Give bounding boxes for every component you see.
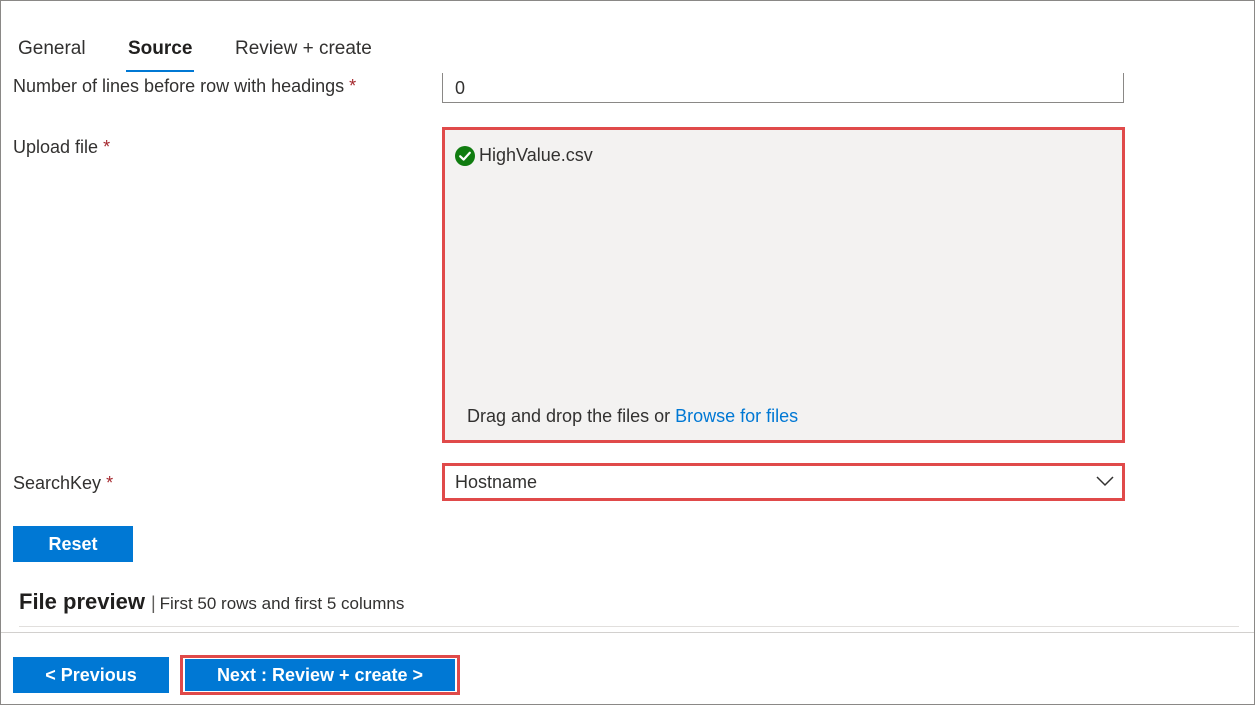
browse-files-link[interactable]: Browse for files [675,406,798,426]
uploaded-file-item: HighValue.csv [455,145,593,166]
footer-divider [1,632,1254,633]
tab-review-create[interactable]: Review + create [233,36,374,72]
uploaded-file-name: HighValue.csv [479,145,593,165]
preview-divider [19,626,1239,627]
previous-button[interactable]: < Previous [13,657,169,693]
drop-instructions: Drag and drop the files or Browse for fi… [467,406,798,427]
upload-file-label: Upload file * [13,137,110,158]
drop-instructions-text: Drag and drop the files or [467,406,676,426]
tab-general[interactable]: General [16,36,88,72]
upload-file-text: Upload file [13,137,99,157]
required-marker: * [106,473,114,493]
searchkey-dropdown[interactable]: Hostname [442,463,1125,501]
active-tab-indicator [126,70,194,72]
file-preview-title: File preview [19,589,145,614]
searchkey-selected-value: Hostname [455,472,538,492]
next-button-highlight: Next : Review + create > [180,655,460,695]
tab-source[interactable]: Source [126,36,194,72]
lines-before-headings-input[interactable]: 0 [442,73,1124,103]
reset-button[interactable]: Reset [13,526,133,562]
searchkey-label: SearchKey * [13,473,113,494]
next-review-create-button[interactable]: Next : Review + create > [185,659,455,691]
file-preview-header: File preview | First 50 rows and first 5 c… [19,589,404,615]
file-preview-separator: | [150,593,156,613]
lines-before-headings-value: 0 [455,78,466,98]
lines-before-headings-text: Number of lines before row with headings [13,76,345,96]
check-circle-icon [455,145,475,166]
file-drop-zone[interactable]: HighValue.csv Drag and drop the files or… [442,127,1125,443]
lines-before-headings-label: Number of lines before row with headings… [13,76,356,97]
file-preview-subtitle: First 50 rows and first 5 columns [159,594,405,613]
required-marker: * [103,137,111,157]
searchkey-text: SearchKey [13,473,102,493]
required-marker: * [349,76,357,96]
chevron-down-icon [1096,474,1114,488]
